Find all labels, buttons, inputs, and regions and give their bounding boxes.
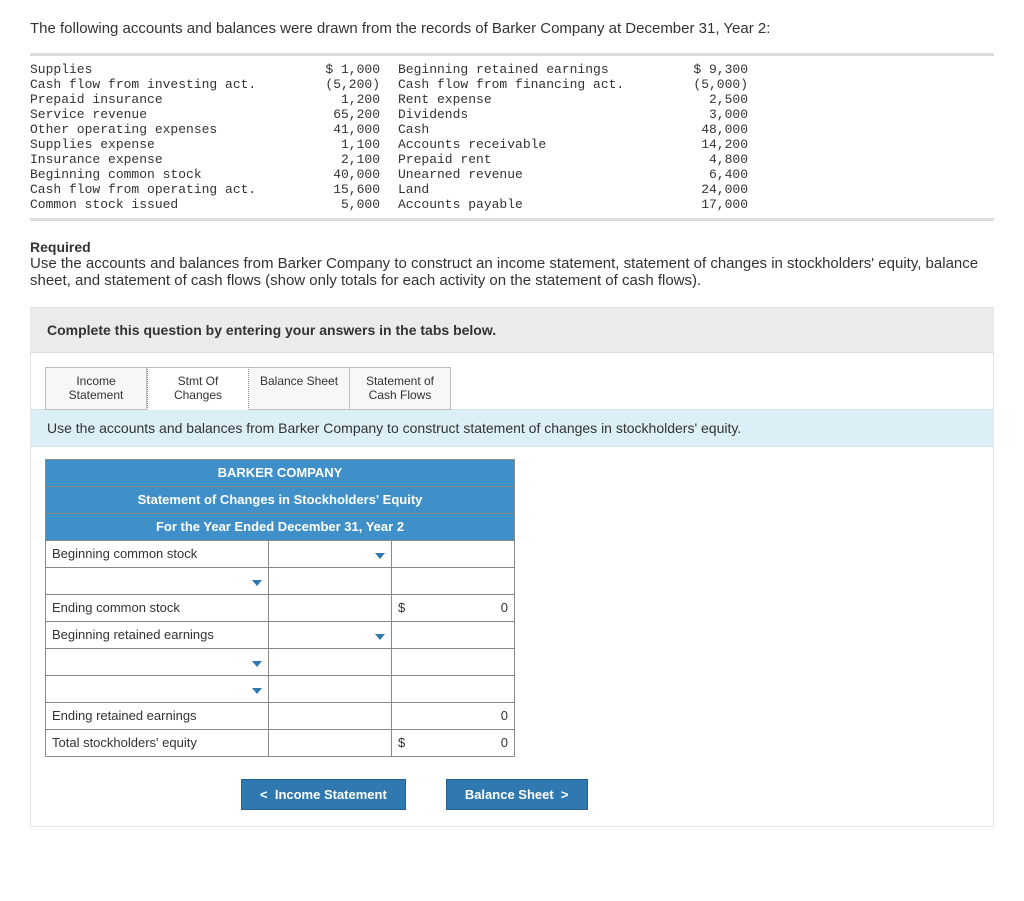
accounts-table: Supplies Cash flow from investing act. P… (30, 53, 994, 221)
acc-value: 3,000 (658, 107, 748, 122)
acc-value: 2,500 (658, 92, 748, 107)
acc-label: Rent expense (398, 92, 658, 107)
acc-value: 41,000 (290, 122, 380, 137)
acc-value: 17,000 (658, 197, 748, 212)
stmt-title-company: BARKER COMPANY (46, 459, 515, 486)
sub-instruction: Use the accounts and balances from Barke… (31, 409, 993, 447)
acc-label: Accounts receivable (398, 137, 658, 152)
acc-label: Common stock issued (30, 197, 290, 212)
acc-value: 5,000 (290, 197, 380, 212)
acc-label: Prepaid rent (398, 152, 658, 167)
total-cell[interactable] (392, 648, 515, 675)
panel-instruction: Complete this question by entering your … (31, 308, 993, 353)
acc-value: $ 9,300 (658, 62, 748, 77)
acc-value: 14,200 (658, 137, 748, 152)
acc-value: 6,400 (658, 167, 748, 182)
chevron-down-icon (375, 553, 385, 559)
chevron-right-icon: > (561, 787, 569, 802)
acc-label: Cash flow from investing act. (30, 77, 290, 92)
acc-value: (5,200) (290, 77, 380, 92)
tab-stmt-of-changes[interactable]: Stmt Of Changes (147, 367, 249, 410)
acc-label: Supplies expense (30, 137, 290, 152)
chevron-down-icon (375, 634, 385, 640)
acc-label: Unearned revenue (398, 167, 658, 182)
amount-cell (269, 702, 392, 729)
acc-value: 48,000 (658, 122, 748, 137)
tab-row: Income Statement Stmt Of Changes Balance… (31, 353, 993, 410)
row-beginning-common-stock: Beginning common stock (46, 540, 269, 567)
tab-income-statement[interactable]: Income Statement (45, 367, 147, 410)
total-cell: $0 (392, 729, 515, 756)
label-dropdown[interactable] (46, 567, 269, 594)
required-text: Use the accounts and balances from Barke… (30, 255, 994, 289)
amount-input[interactable] (269, 621, 392, 648)
acc-value: 24,000 (658, 182, 748, 197)
required-heading: Required (30, 239, 994, 255)
next-label: Balance Sheet (465, 787, 554, 802)
acc-value: 65,200 (290, 107, 380, 122)
intro-text: The following accounts and balances were… (30, 20, 994, 37)
acc-value: 4,800 (658, 152, 748, 167)
acc-label: Cash flow from financing act. (398, 77, 658, 92)
acc-label: Cash flow from operating act. (30, 182, 290, 197)
acc-value: (5,000) (658, 77, 748, 92)
acc-label: Prepaid insurance (30, 92, 290, 107)
acc-label: Beginning common stock (30, 167, 290, 182)
total-cell[interactable] (392, 540, 515, 567)
acc-label: Other operating expenses (30, 122, 290, 137)
total-cell: $0 (392, 594, 515, 621)
acc-label: Supplies (30, 62, 290, 77)
label-dropdown[interactable] (46, 648, 269, 675)
dollar-sign: $ (398, 600, 405, 615)
total-cell: 0 (392, 702, 515, 729)
answer-panel: Complete this question by entering your … (30, 307, 994, 827)
acc-value: 1,200 (290, 92, 380, 107)
next-balance-sheet-button[interactable]: Balance Sheet > (446, 779, 588, 810)
acc-label: Accounts payable (398, 197, 658, 212)
total-value: 0 (501, 708, 508, 723)
prev-label: Income Statement (275, 787, 387, 802)
chevron-left-icon: < (260, 787, 268, 802)
acc-label: Beginning retained earnings (398, 62, 658, 77)
row-total-stockholders-equity: Total stockholders' equity (46, 729, 269, 756)
acc-value: $ 1,000 (290, 62, 380, 77)
acc-label: Dividends (398, 107, 658, 122)
total-value: 0 (501, 600, 508, 615)
stmt-title-name: Statement of Changes in Stockholders' Eq… (46, 486, 515, 513)
stmt-title-period: For the Year Ended December 31, Year 2 (46, 513, 515, 540)
amount-input[interactable] (269, 540, 392, 567)
acc-label: Land (398, 182, 658, 197)
amount-input[interactable] (269, 567, 392, 594)
amount-input[interactable] (269, 648, 392, 675)
statement-table: BARKER COMPANY Statement of Changes in S… (45, 459, 515, 757)
acc-label: Service revenue (30, 107, 290, 122)
acc-value: 15,600 (290, 182, 380, 197)
chevron-down-icon (252, 688, 262, 694)
total-cell[interactable] (392, 621, 515, 648)
chevron-down-icon (252, 661, 262, 667)
prev-income-statement-button[interactable]: < Income Statement (241, 779, 406, 810)
chevron-down-icon (252, 580, 262, 586)
row-beginning-retained-earnings: Beginning retained earnings (46, 621, 269, 648)
row-ending-common-stock: Ending common stock (46, 594, 269, 621)
amount-cell (269, 729, 392, 756)
nav-buttons: < Income Statement Balance Sheet > (31, 769, 993, 826)
acc-label: Insurance expense (30, 152, 290, 167)
total-cell[interactable] (392, 567, 515, 594)
acc-label: Cash (398, 122, 658, 137)
label-dropdown[interactable] (46, 675, 269, 702)
dollar-sign: $ (398, 735, 405, 750)
tab-statement-of-cash-flows[interactable]: Statement of Cash Flows (350, 367, 451, 410)
amount-cell (269, 594, 392, 621)
tab-balance-sheet[interactable]: Balance Sheet (249, 367, 350, 410)
total-cell[interactable] (392, 675, 515, 702)
row-ending-retained-earnings: Ending retained earnings (46, 702, 269, 729)
acc-value: 2,100 (290, 152, 380, 167)
total-value: 0 (501, 735, 508, 750)
amount-input[interactable] (269, 675, 392, 702)
acc-value: 40,000 (290, 167, 380, 182)
acc-value: 1,100 (290, 137, 380, 152)
